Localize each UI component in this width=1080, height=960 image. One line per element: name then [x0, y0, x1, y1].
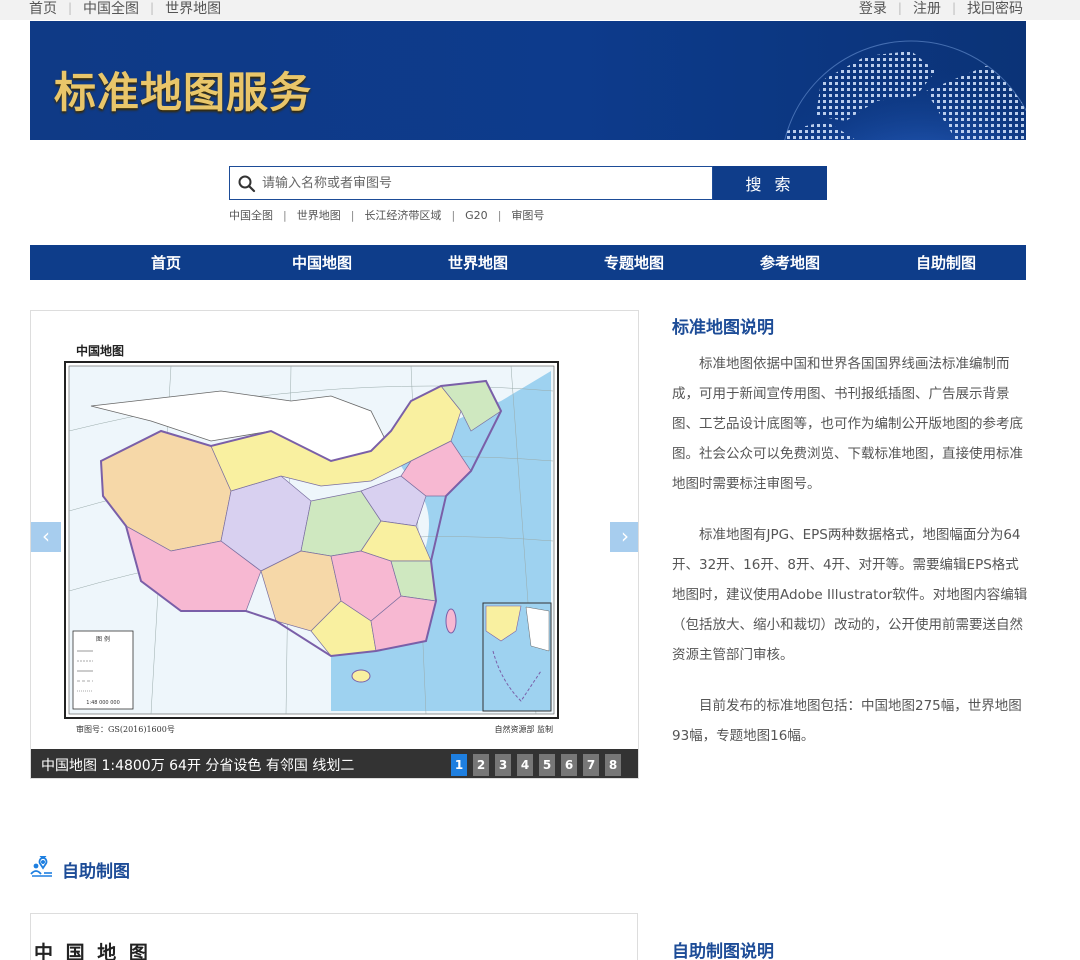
register-link[interactable]: 注册	[913, 0, 941, 18]
nav-item-china-map[interactable]: 中国地图	[292, 252, 352, 273]
search-area: 搜 索	[229, 166, 827, 200]
quick-link[interactable]: 审图号	[511, 207, 544, 223]
login-link[interactable]: 登录	[859, 0, 887, 18]
nav-item-world-map[interactable]: 世界地图	[448, 252, 508, 273]
top-right-links: 登录 | 注册 | 找回密码	[859, 0, 1023, 18]
quick-link[interactable]: 中国全图	[229, 207, 273, 223]
standard-map-description-title: 标准地图说明	[672, 318, 774, 338]
top-link-china-map[interactable]: 中国全图	[83, 0, 139, 18]
carousel-pager: 1 2 3 4 5 6 7 8	[451, 754, 627, 776]
chevron-right-icon: ›	[621, 524, 629, 548]
divider: |	[150, 1, 155, 15]
pager-button[interactable]: 1	[451, 754, 467, 776]
divider: |	[451, 208, 456, 222]
search-icon	[238, 175, 256, 197]
pager-button[interactable]: 3	[495, 754, 511, 776]
divider: |	[497, 208, 502, 222]
site-title: 标准地图服务	[54, 68, 313, 117]
forgot-password-link[interactable]: 找回密码	[967, 0, 1023, 18]
divider: |	[283, 208, 287, 222]
pager-button[interactable]: 7	[583, 754, 599, 776]
divider: |	[350, 208, 355, 222]
quick-search-links: 中国全图 | 世界地图 | 长江经济带区域 | G20 | 审图号	[229, 207, 544, 223]
divider: |	[68, 1, 73, 15]
map-carousel: 中国地图 图 例 1:48 000 000 审图号：GS(2016)1600号 …	[30, 310, 639, 779]
self-mapping-card-title: 中 国 地 图	[34, 942, 151, 960]
pager-button[interactable]: 6	[561, 754, 577, 776]
map-pin-people-icon	[30, 850, 54, 882]
map-supervisor: 自然资源部 监制	[494, 724, 553, 734]
search-box	[229, 166, 713, 200]
pager-button[interactable]: 2	[473, 754, 489, 776]
globe-graphic	[784, 40, 1026, 140]
self-mapping-card[interactable]: 中 国 地 图	[30, 913, 638, 960]
chevron-left-icon: ‹	[42, 524, 50, 548]
nav-item-reference-map[interactable]: 参考地图	[760, 252, 820, 273]
description-paragraph: 标准地图依据中国和世界各国国界线画法标准编制而成，可用于新闻宣传用图、书刊报纸插…	[672, 356, 1023, 492]
top-link-home[interactable]: 首页	[29, 0, 57, 18]
description-paragraph: 目前发布的标准地图包括：中国地图275幅，世界地图93幅，专题地图16幅。	[672, 698, 1022, 744]
top-link-world-map[interactable]: 世界地图	[165, 0, 221, 18]
divider: |	[897, 1, 902, 15]
nav-item-home[interactable]: 首页	[151, 252, 181, 273]
self-mapping-description-title: 自助制图说明	[672, 942, 774, 960]
search-input[interactable]	[262, 171, 702, 195]
map-approval-number: 审图号：GS(2016)1600号	[76, 724, 175, 734]
quick-link[interactable]: G20	[465, 209, 488, 222]
pager-button[interactable]: 5	[539, 754, 555, 776]
self-mapping-label: 自助制图	[62, 861, 130, 882]
carousel-caption: 中国地图 1:4800万 64开 分省设色 有邻国 线划二	[41, 758, 355, 774]
carousel-caption-bar: 中国地图 1:4800万 64开 分省设色 有邻国 线划二 1 2 3 4 5 …	[31, 749, 638, 778]
divider: |	[951, 1, 956, 15]
description-paragraph: 标准地图有JPG、EPS两种数据格式，地图幅面分为64开、32开、16开、8开、…	[672, 527, 1028, 663]
top-left-links: 首页 | 中国全图 | 世界地图	[29, 0, 221, 18]
quick-link[interactable]: 长江经济带区域	[364, 207, 441, 223]
map-preview-image[interactable]: 中国地图 图 例 1:48 000 000 审图号：GS(2016)1600号 …	[31, 311, 639, 749]
pager-button[interactable]: 4	[517, 754, 533, 776]
main-nav: 首页 中国地图 世界地图 专题地图 参考地图 自助制图	[30, 245, 1026, 280]
quick-link[interactable]: 世界地图	[297, 207, 341, 223]
legend-title: 图 例	[96, 635, 110, 643]
map-title: 中国地图	[76, 343, 124, 358]
carousel-prev-button[interactable]: ‹	[31, 522, 61, 552]
map-scale: 1:48 000 000	[86, 700, 120, 706]
nav-item-self-mapping[interactable]: 自助制图	[916, 252, 976, 273]
search-button[interactable]: 搜 索	[713, 166, 827, 200]
top-utility-bar: 首页 | 中国全图 | 世界地图 登录 | 注册 | 找回密码	[0, 0, 1080, 20]
nav-item-thematic-map[interactable]: 专题地图	[604, 252, 664, 273]
self-mapping-heading: 自助制图	[30, 850, 130, 882]
site-banner: 标准地图服务	[30, 21, 1026, 140]
pager-button[interactable]: 8	[605, 754, 621, 776]
carousel-next-button[interactable]: ›	[610, 522, 638, 552]
